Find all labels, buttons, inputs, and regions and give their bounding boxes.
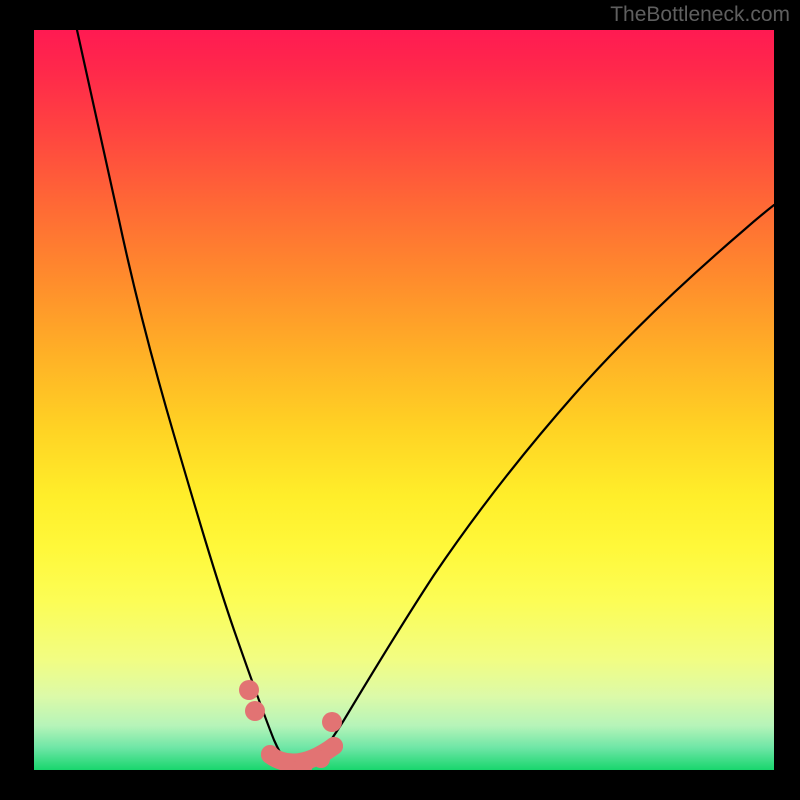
watermark-text: TheBottleneck.com [610, 3, 790, 27]
plot-area [34, 30, 774, 770]
marker-dot [245, 701, 265, 721]
curve-svg [34, 30, 774, 770]
marker-cluster [239, 680, 343, 770]
curve-right-branch [296, 205, 774, 770]
marker-dot [312, 750, 330, 768]
marker-dot [261, 745, 279, 763]
marker-dot [325, 737, 343, 755]
marker-dot [239, 680, 259, 700]
curve-left-branch [77, 30, 296, 770]
chart-frame: TheBottleneck.com [0, 0, 800, 800]
marker-dot [322, 712, 342, 732]
